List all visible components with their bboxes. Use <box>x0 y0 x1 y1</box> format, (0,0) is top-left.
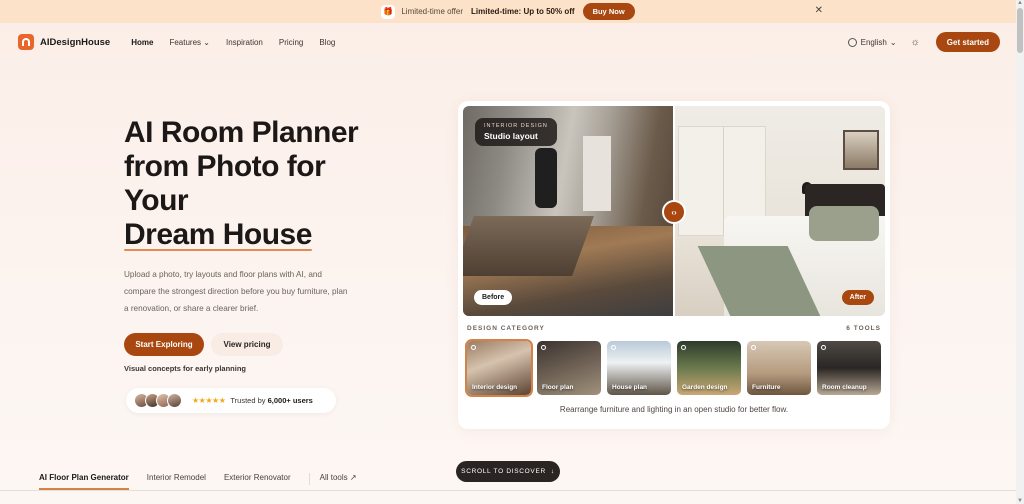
close-icon[interactable]: ✕ <box>815 5 823 16</box>
divider <box>0 490 1016 491</box>
category-label: Interior design <box>472 384 518 391</box>
after-image <box>674 106 885 316</box>
promo-tag: Limited-time offer <box>401 7 463 16</box>
view-pricing-button[interactable]: View pricing <box>211 333 283 356</box>
theme-toggle-icon[interactable]: ☼ <box>911 37 920 48</box>
tab-exterior-renovator[interactable]: Exterior Renovator <box>224 473 291 490</box>
category-label: Room cleanup <box>822 384 867 391</box>
trust-count: 6,000+ users <box>267 396 313 405</box>
preview-card: ‹› INTERIOR DESIGN Studio layout Before … <box>458 101 890 429</box>
trust-text: Trusted by 6,000+ users <box>230 396 313 405</box>
nav-home[interactable]: Home <box>131 38 153 47</box>
category-interior-design[interactable]: Interior design <box>465 339 533 397</box>
before-after-slider[interactable]: ‹› INTERIOR DESIGN Studio layout Before … <box>463 106 885 316</box>
badge-category: INTERIOR DESIGN <box>484 123 548 129</box>
visual-concepts-note: Visual concepts for early planning <box>124 364 246 373</box>
nav-inspiration[interactable]: Inspiration <box>226 38 263 47</box>
hero-title-line: AI Room Planner <box>124 116 359 149</box>
tab-all-tools[interactable]: All tools ↗ <box>320 473 357 490</box>
tab-interior-remodel[interactable]: Interior Remodel <box>147 473 206 490</box>
category-caption: Rearrange furniture and lighting in an o… <box>559 405 789 414</box>
radio-icon <box>751 345 756 350</box>
nav-blog[interactable]: Blog <box>319 38 335 47</box>
category-label: Furniture <box>752 384 781 391</box>
radio-icon <box>471 345 476 350</box>
tab-divider <box>308 473 310 485</box>
after-label: After <box>841 290 874 305</box>
star-rating-icon: ★★★★★ <box>192 396 226 405</box>
category-furniture[interactable]: Furniture <box>747 341 811 395</box>
category-floor-plan[interactable]: Floor plan <box>537 341 601 395</box>
language-label: English <box>860 37 887 47</box>
nav-features[interactable]: Features ⌄ <box>169 38 210 47</box>
radio-icon <box>611 345 616 350</box>
trust-badge: ★★★★★ Trusted by 6,000+ users <box>126 388 336 413</box>
start-exploring-button[interactable]: Start Exploring <box>124 333 204 356</box>
language-selector[interactable]: English ⌄ <box>847 37 897 47</box>
gift-icon: 🎁 <box>381 4 396 19</box>
slider-handle-icon[interactable]: ‹› <box>662 200 686 224</box>
nav-features-label: Features <box>169 37 202 47</box>
category-list: Interior design Floor plan House plan Ga… <box>465 339 887 397</box>
radio-icon <box>681 345 686 350</box>
radio-icon <box>821 345 826 350</box>
scrollbar-thumb[interactable] <box>1017 8 1023 53</box>
top-navigation: AIDesignHouse Home Features ⌄ Inspiratio… <box>18 29 1000 55</box>
scroll-down-icon[interactable]: ▼ <box>1017 498 1023 504</box>
arrow-down-icon: ↓ <box>550 468 555 475</box>
scroll-hint-label: SCROLL TO DISCOVER <box>461 468 546 475</box>
logo-text[interactable]: AIDesignHouse <box>40 37 110 48</box>
scrollbar[interactable]: ▲ ▼ <box>1016 0 1024 504</box>
category-garden-design[interactable]: Garden design <box>677 341 741 395</box>
category-label: House plan <box>612 384 648 391</box>
category-header: DESIGN CATEGORY 6 TOOLS <box>467 325 881 332</box>
hero-title-line: Your <box>124 184 189 217</box>
promo-headline: Limited-time: Up to 50% off <box>471 7 575 16</box>
promo-banner: 🎁 Limited-time offer Limited-time: Up to… <box>0 0 1016 23</box>
nav-right: English ⌄ ☼ Get started <box>847 32 1000 52</box>
hero-title-highlight: Dream House <box>124 218 312 251</box>
chevron-down-icon: ⌄ <box>203 37 210 47</box>
category-house-plan[interactable]: House plan <box>607 341 671 395</box>
buy-now-button[interactable]: Buy Now <box>582 3 635 20</box>
get-started-button[interactable]: Get started <box>935 32 1000 52</box>
tab-ai-floor-plan-generator[interactable]: AI Floor Plan Generator <box>39 473 129 490</box>
scroll-to-discover-button[interactable]: SCROLL TO DISCOVER ↓ <box>456 461 560 482</box>
chevron-down-icon: ⌄ <box>889 37 897 47</box>
category-label: Garden design <box>682 384 728 391</box>
trust-prefix: Trusted by <box>230 396 266 405</box>
before-label: Before <box>474 290 513 305</box>
tool-count: 6 TOOLS <box>846 325 881 332</box>
category-label: Floor plan <box>542 384 574 391</box>
badge-title: Studio layout <box>484 131 538 141</box>
hero-title: AI Room Planner from Photo for Your Drea… <box>124 116 404 252</box>
globe-icon <box>847 37 857 47</box>
category-heading: DESIGN CATEGORY <box>467 325 545 332</box>
nav-pricing[interactable]: Pricing <box>279 38 303 47</box>
hero-title-line: from Photo for <box>124 150 326 183</box>
radio-icon <box>541 345 546 350</box>
user-avatars <box>134 393 182 408</box>
hero-description: Upload a photo, try layouts and floor pl… <box>124 270 348 313</box>
avatar <box>167 393 182 408</box>
design-badge: INTERIOR DESIGN Studio layout <box>475 118 557 146</box>
nav-links: Home Features ⌄ Inspiration Pricing Blog <box>131 38 351 47</box>
scroll-up-icon[interactable]: ▲ <box>1017 0 1023 6</box>
logo-icon[interactable] <box>18 34 34 50</box>
tool-tabs: AI Floor Plan Generator Interior Remodel… <box>39 473 375 490</box>
category-room-cleanup[interactable]: Room cleanup <box>817 341 881 395</box>
